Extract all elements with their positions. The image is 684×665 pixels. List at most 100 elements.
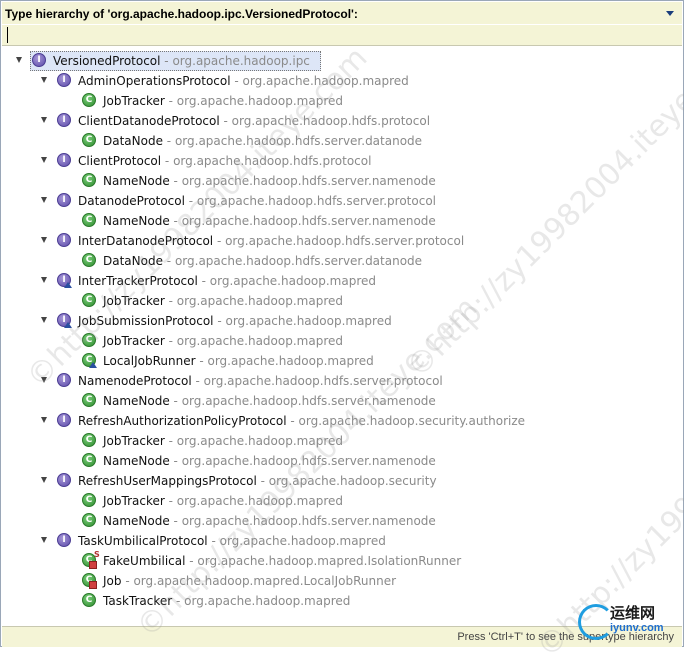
- package-name: - org.apache.hadoop.mapred: [164, 494, 343, 508]
- class-icon: C: [82, 433, 96, 447]
- tree-expand-toggle-icon[interactable]: [41, 157, 47, 163]
- tree-item-label: ClientDatanodeProtocol - org.apache.hado…: [78, 114, 430, 128]
- tree-item-label: ClientProtocol - org.apache.hadoop.hdfs.…: [78, 154, 371, 168]
- package-name: - org.apache.hadoop.mapred: [164, 334, 343, 348]
- tree-interface-item[interactable]: I RefreshAuthorizationPolicyProtocol - or…: [1, 411, 683, 431]
- type-name: JobTracker: [103, 334, 165, 348]
- package-name: - org.apache.hadoop.hdfs.server.protocol: [184, 194, 437, 208]
- type-name: InterTrackerProtocol: [78, 274, 198, 288]
- package-name: - org.apache.hadoop.hdfs.server.namenode: [169, 214, 436, 228]
- tree-class-item[interactable]: C JobTracker - org.apache.hadoop.mapred: [1, 91, 683, 111]
- package-name: - org.apache.hadoop.hdfs.server.protocol: [191, 374, 443, 388]
- default-access-overlay-icon: [89, 362, 97, 368]
- filter-input[interactable]: [2, 25, 682, 46]
- logo-en-text: iyunv.com: [610, 622, 664, 634]
- tree-class-item[interactable]: C S FakeUmbilical - org.apache.hadoop.mapr…: [1, 550, 683, 571]
- type-name: JobSubmissionProtocol: [78, 314, 214, 328]
- tree-expand-toggle-icon[interactable]: [41, 237, 47, 243]
- type-name: FakeUmbilical: [103, 554, 186, 568]
- tree-interface-item[interactable]: I ClientDatanodeProtocol - org.apache.had…: [1, 111, 683, 131]
- tree-interface-item[interactable]: I DatanodeProtocol - org.apache.hadoop.hd…: [1, 191, 683, 211]
- type-name: ClientProtocol: [78, 154, 162, 168]
- tree-expand-toggle-icon[interactable]: [41, 117, 47, 123]
- tree-class-item[interactable]: C LocalJobRunner - org.apache.hadoop.mapr…: [1, 351, 683, 371]
- tree-expand-toggle-icon[interactable]: [41, 197, 47, 203]
- tree-expand-toggle-icon[interactable]: [41, 77, 47, 83]
- tree-item-label: Job - org.apache.hadoop.mapred.LocalJobR…: [103, 574, 396, 588]
- package-name: - org.apache.hadoop.hdfs.server.namenode: [169, 454, 436, 468]
- class-icon: C: [82, 173, 96, 187]
- package-name: - org.apache.hadoop.hdfs.protocol: [161, 154, 372, 168]
- private-access-overlay-icon: [89, 581, 97, 589]
- type-name: DataNode: [103, 134, 163, 148]
- tree-item-label: NameNode - org.apache.hadoop.hdfs.server…: [103, 514, 436, 528]
- interface-icon: I: [57, 473, 71, 487]
- tree-expand-toggle-icon[interactable]: [41, 537, 47, 543]
- type-name: JobTracker: [103, 294, 165, 308]
- tree-root-item[interactable]: I VersionedProtocol - org.apache.hadoop.i…: [1, 51, 683, 71]
- type-name: LocalJobRunner: [103, 354, 196, 368]
- tree-item-label: DataNode - org.apache.hadoop.hdfs.server…: [103, 134, 422, 148]
- package-name: - org.apache.hadoop.mapred: [172, 594, 351, 608]
- package-name: - org.apache.hadoop.hdfs.server.namenode: [169, 514, 436, 528]
- tree-class-item[interactable]: C Job - org.apache.hadoop.mapred.LocalJob…: [1, 571, 683, 591]
- class-icon: C: [82, 253, 96, 267]
- static-overlay-icon: S: [94, 550, 100, 559]
- class-icon: C: [82, 393, 96, 407]
- package-name: - org.apache.hadoop.mapred: [164, 94, 343, 108]
- tree-class-item[interactable]: C NameNode - org.apache.hadoop.hdfs.serve…: [1, 171, 683, 191]
- tree-expand-toggle-icon[interactable]: [41, 417, 47, 423]
- view-menu-icon[interactable]: [666, 11, 674, 16]
- package-name: - org.apache.hadoop.mapred: [164, 434, 343, 448]
- tree-item-label: VersionedProtocol - org.apache.hadoop.ip…: [53, 54, 310, 68]
- tree-item-label: FakeUmbilical - org.apache.hadoop.mapred…: [103, 554, 461, 568]
- package-name: - org.apache.hadoop.mapred.IsolationRunn…: [185, 554, 462, 568]
- type-hierarchy-popup: Type hierarchy of 'org.apache.hadoop.ipc…: [0, 0, 684, 647]
- tree-interface-item[interactable]: I NamenodeProtocol - org.apache.hadoop.hd…: [1, 371, 683, 391]
- type-name: AdminOperationsProtocol: [78, 74, 231, 88]
- tree-interface-item[interactable]: I InterDatanodeProtocol - org.apache.hado…: [1, 231, 683, 251]
- package-name: - org.apache.hadoop.hdfs.server.namenode: [169, 174, 436, 188]
- tree-class-item[interactable]: C NameNode - org.apache.hadoop.hdfs.serve…: [1, 451, 683, 471]
- hierarchy-tree[interactable]: I VersionedProtocol - org.apache.hadoop.i…: [1, 49, 683, 625]
- tree-interface-item[interactable]: I ClientProtocol - org.apache.hadoop.hdfs…: [1, 151, 683, 171]
- tree-item-label: TaskTracker - org.apache.hadoop.mapred: [103, 594, 350, 608]
- tree-class-item[interactable]: C JobTracker - org.apache.hadoop.mapred: [1, 331, 683, 351]
- tree-class-item[interactable]: C JobTracker - org.apache.hadoop.mapred: [1, 291, 683, 311]
- interface-icon: I: [57, 373, 71, 387]
- tree-class-item[interactable]: C JobTracker - org.apache.hadoop.mapred: [1, 431, 683, 451]
- tree-class-item[interactable]: C DataNode - org.apache.hadoop.hdfs.serve…: [1, 251, 683, 271]
- interface-icon: I: [57, 533, 71, 547]
- tree-item-label: JobSubmissionProtocol - org.apache.hadoo…: [78, 314, 392, 328]
- logo-cn-text: 运维网: [610, 604, 656, 622]
- interface-icon: I: [57, 413, 71, 427]
- tree-class-item[interactable]: C NameNode - org.apache.hadoop.hdfs.serve…: [1, 511, 683, 531]
- tree-expand-toggle-icon[interactable]: [41, 277, 47, 283]
- tree-class-item[interactable]: C DataNode - org.apache.hadoop.hdfs.serve…: [1, 131, 683, 151]
- class-icon: C: [82, 493, 96, 507]
- tree-interface-item[interactable]: I AdminOperationsProtocol - org.apache.ha…: [1, 71, 683, 91]
- type-name: InterDatanodeProtocol: [78, 234, 214, 248]
- type-name: DatanodeProtocol: [78, 194, 185, 208]
- tree-item-label: NameNode - org.apache.hadoop.hdfs.server…: [103, 394, 436, 408]
- tree-class-item[interactable]: C NameNode - org.apache.hadoop.hdfs.serve…: [1, 211, 683, 231]
- tree-class-item[interactable]: C NameNode - org.apache.hadoop.hdfs.serve…: [1, 391, 683, 411]
- private-access-overlay-icon: [89, 561, 97, 569]
- tree-expand-toggle-icon[interactable]: [41, 477, 47, 483]
- tree-item-label: JobTracker - org.apache.hadoop.mapred: [103, 494, 343, 508]
- tree-interface-item[interactable]: I RefreshUserMappingsProtocol - org.apach…: [1, 471, 683, 491]
- tree-item-label: NamenodeProtocol - org.apache.hadoop.hdf…: [78, 374, 443, 388]
- package-name: - org.apache.hadoop.hdfs.server.namenode: [169, 394, 436, 408]
- tree-class-item[interactable]: C JobTracker - org.apache.hadoop.mapred: [1, 491, 683, 511]
- tree-interface-item[interactable]: I TaskUmbilicalProtocol - org.apache.hado…: [1, 531, 683, 551]
- tree-interface-item[interactable]: I InterTrackerProtocol - org.apache.hadoo…: [1, 271, 683, 291]
- logo-swoosh-icon: [578, 604, 614, 640]
- package-name: - org.apache.hadoop.mapred.LocalJobRunne…: [121, 574, 397, 588]
- tree-expand-toggle-icon[interactable]: [16, 57, 22, 63]
- popup-header: Type hierarchy of 'org.apache.hadoop.ipc…: [2, 2, 682, 24]
- tree-expand-toggle-icon[interactable]: [41, 317, 47, 323]
- tree-interface-item[interactable]: I JobSubmissionProtocol - org.apache.hado…: [1, 311, 683, 331]
- tree-expand-toggle-icon[interactable]: [41, 377, 47, 383]
- type-name: NameNode: [103, 514, 170, 528]
- package-name: - org.apache.hadoop.mapred: [195, 354, 374, 368]
